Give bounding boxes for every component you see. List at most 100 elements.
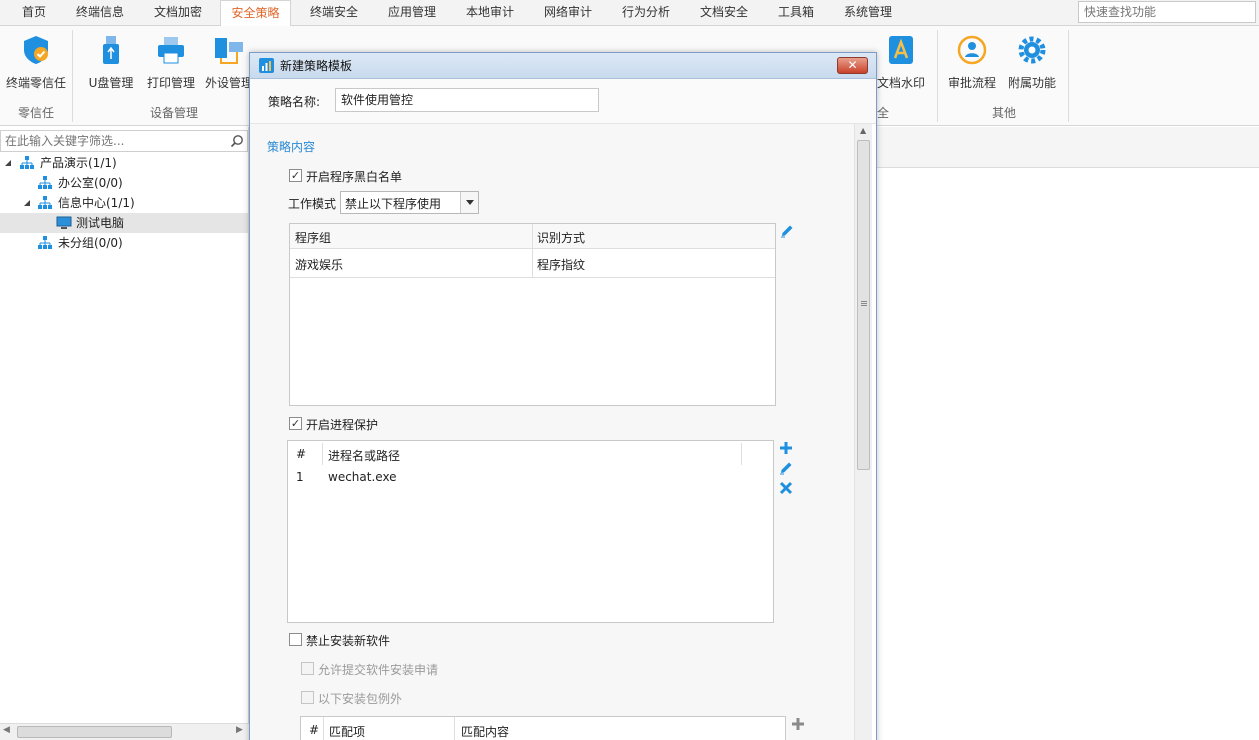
ribbon-separator bbox=[1068, 30, 1069, 122]
search-icon[interactable] bbox=[230, 134, 244, 148]
quick-search-input[interactable] bbox=[1078, 1, 1256, 23]
scroll-up-arrow-icon[interactable]: ▲ bbox=[860, 126, 866, 135]
org-group-icon bbox=[38, 176, 52, 189]
doc-watermark-label: 文档水印 bbox=[876, 76, 925, 90]
scroll-right-arrow-icon[interactable]: ▶ bbox=[236, 725, 243, 735]
dialog-vertical-scrollbar[interactable]: ▲ bbox=[854, 124, 872, 740]
close-button[interactable]: ✕ bbox=[837, 57, 868, 74]
org-group-icon bbox=[38, 196, 52, 209]
gear-icon bbox=[1018, 36, 1046, 64]
exceptions-checkbox[interactable] bbox=[301, 691, 314, 704]
column-header[interactable]: 匹配内容 bbox=[461, 723, 509, 740]
add-icon[interactable] bbox=[790, 716, 806, 732]
tree-node-label: 产品演示(1/1) bbox=[40, 156, 117, 170]
dialog-title-bar[interactable]: 新建策略模板 ✕ bbox=[250, 53, 876, 79]
print-management-button[interactable]: 打印管理 bbox=[142, 32, 200, 96]
column-header[interactable]: # bbox=[296, 447, 306, 461]
watermark-icon bbox=[889, 36, 913, 64]
chevron-down-icon bbox=[466, 200, 474, 205]
doc-watermark-button[interactable]: 文档水印 bbox=[872, 32, 930, 96]
edit-icon[interactable] bbox=[779, 223, 795, 239]
blackwhite-checkbox[interactable]: ✓ bbox=[289, 169, 302, 182]
tab-app-management[interactable]: 应用管理 bbox=[378, 0, 446, 26]
forbid-install-checkbox[interactable] bbox=[289, 633, 302, 646]
peripheral-management-button[interactable]: 外设管理 bbox=[202, 32, 256, 96]
column-header[interactable]: 匹配项 bbox=[329, 723, 365, 740]
grid-line bbox=[454, 717, 455, 740]
column-header[interactable]: 程序组 bbox=[295, 229, 331, 246]
tree-node-ungrouped[interactable]: 未分组(0/0) bbox=[4, 233, 244, 253]
shield-check-icon bbox=[24, 36, 48, 64]
add-icon[interactable] bbox=[778, 440, 794, 456]
tab-home[interactable]: 首页 bbox=[10, 0, 58, 26]
approval-flow-button[interactable]: 审批流程 bbox=[943, 32, 1001, 96]
table-row[interactable]: 1 wechat.exe bbox=[288, 466, 773, 488]
print-management-label: 打印管理 bbox=[146, 76, 195, 90]
grid-line bbox=[741, 443, 742, 465]
scrollbar-thumb[interactable] bbox=[17, 726, 172, 738]
table-cell: 程序指纹 bbox=[537, 258, 586, 272]
right-toolbar-strip bbox=[876, 127, 1259, 168]
tab-behavior-analysis[interactable]: 行为分析 bbox=[612, 0, 680, 26]
horizontal-scrollbar[interactable]: ◀ ▶ bbox=[0, 723, 249, 740]
scroll-left-arrow-icon[interactable]: ◀ bbox=[3, 725, 10, 735]
column-header[interactable]: 识别方式 bbox=[537, 229, 585, 246]
blackwhite-label: 开启程序黑白名单 bbox=[306, 170, 403, 184]
extra-functions-button[interactable]: 附属功能 bbox=[1003, 32, 1061, 96]
tab-terminal-info[interactable]: 终端信息 bbox=[66, 0, 134, 26]
tree-node-test-computer[interactable]: 测试电脑 bbox=[0, 213, 248, 233]
org-group-icon bbox=[20, 156, 34, 169]
tab-doc-encrypt[interactable]: 文档加密 bbox=[144, 0, 212, 26]
group-device-management: 设备管理 bbox=[149, 106, 198, 120]
usb-management-button[interactable]: U盘管理 bbox=[82, 32, 140, 96]
policy-content-area: 策略内容 ✓ 开启程序黑白名单 工作模式 禁止以下程序使用 程序组 识别方式 游… bbox=[250, 124, 854, 740]
tab-doc-security[interactable]: 文档安全 bbox=[690, 0, 758, 26]
delete-icon[interactable] bbox=[778, 480, 794, 496]
app-window: 首页 终端信息 文档加密 安全策略 终端安全 应用管理 本地审计 网络审计 行为… bbox=[0, 0, 1259, 740]
forbid-install-label: 禁止安装新软件 bbox=[306, 634, 391, 648]
column-header[interactable]: # bbox=[309, 723, 319, 737]
exceptions-label: 以下安装包例外 bbox=[318, 692, 403, 706]
usb-management-label: U盘管理 bbox=[88, 76, 134, 90]
policy-name-row: 策略名称: 软件使用管控 bbox=[250, 79, 876, 124]
tab-local-audit[interactable]: 本地审计 bbox=[456, 0, 524, 26]
tab-toolbox[interactable]: 工具箱 bbox=[768, 0, 824, 26]
expanded-triangle-icon[interactable] bbox=[23, 199, 31, 207]
extra-functions-label: 附属功能 bbox=[1007, 76, 1056, 90]
ribbon-separator bbox=[72, 30, 73, 122]
tab-system-management[interactable]: 系统管理 bbox=[832, 0, 904, 26]
policy-name-label: 策略名称: bbox=[268, 95, 321, 109]
allow-submit-checkbox[interactable] bbox=[301, 662, 314, 675]
expanded-triangle-icon[interactable] bbox=[4, 159, 12, 167]
tree-node-info-center[interactable]: 信息中心(1/1) bbox=[4, 193, 244, 213]
scrollbar-thumb[interactable] bbox=[857, 140, 870, 470]
computer-icon bbox=[56, 216, 72, 229]
approval-flow-label: 审批流程 bbox=[947, 76, 996, 90]
usb-drive-icon bbox=[103, 36, 119, 64]
group-zero-trust: 零信任 bbox=[17, 106, 54, 120]
tree-node-label: 测试电脑 bbox=[76, 216, 125, 230]
table-row[interactable]: 游戏娱乐 程序指纹 bbox=[290, 249, 775, 277]
exceptions-table: # 匹配项 匹配内容 bbox=[300, 716, 786, 740]
tree-filter-input[interactable] bbox=[1, 131, 229, 151]
column-header[interactable]: 进程名或路径 bbox=[328, 447, 400, 464]
tab-network-audit[interactable]: 网络审计 bbox=[534, 0, 602, 26]
table-cell: 游戏娱乐 bbox=[295, 258, 344, 272]
tree-node-office[interactable]: 办公室(0/0) bbox=[4, 173, 244, 193]
edit-icon[interactable] bbox=[778, 460, 794, 476]
ribbon-separator bbox=[937, 30, 938, 122]
printer-icon bbox=[158, 37, 184, 64]
org-group-icon bbox=[38, 236, 52, 249]
left-tree-panel: 产品演示(1/1) 办公室(0/0) 信息中心(1/1) 测试电脑 bbox=[0, 127, 249, 740]
tree-node-label: 未分组(0/0) bbox=[58, 236, 123, 250]
tab-security-policy[interactable]: 安全策略 bbox=[220, 0, 291, 27]
tree-node-product-demo[interactable]: 产品演示(1/1) bbox=[4, 153, 244, 173]
work-mode-select[interactable]: 禁止以下程序使用 bbox=[340, 191, 479, 214]
menu-bar: 首页 终端信息 文档加密 安全策略 终端安全 应用管理 本地审计 网络审计 行为… bbox=[0, 0, 1259, 27]
process-protect-checkbox[interactable]: ✓ bbox=[289, 417, 302, 430]
zero-trust-button[interactable]: 终端零信任 bbox=[2, 32, 70, 96]
tab-terminal-security[interactable]: 终端安全 bbox=[300, 0, 368, 26]
grid-line bbox=[322, 443, 323, 465]
policy-name-input[interactable]: 软件使用管控 bbox=[335, 88, 599, 112]
dropdown-arrow[interactable] bbox=[460, 192, 478, 213]
